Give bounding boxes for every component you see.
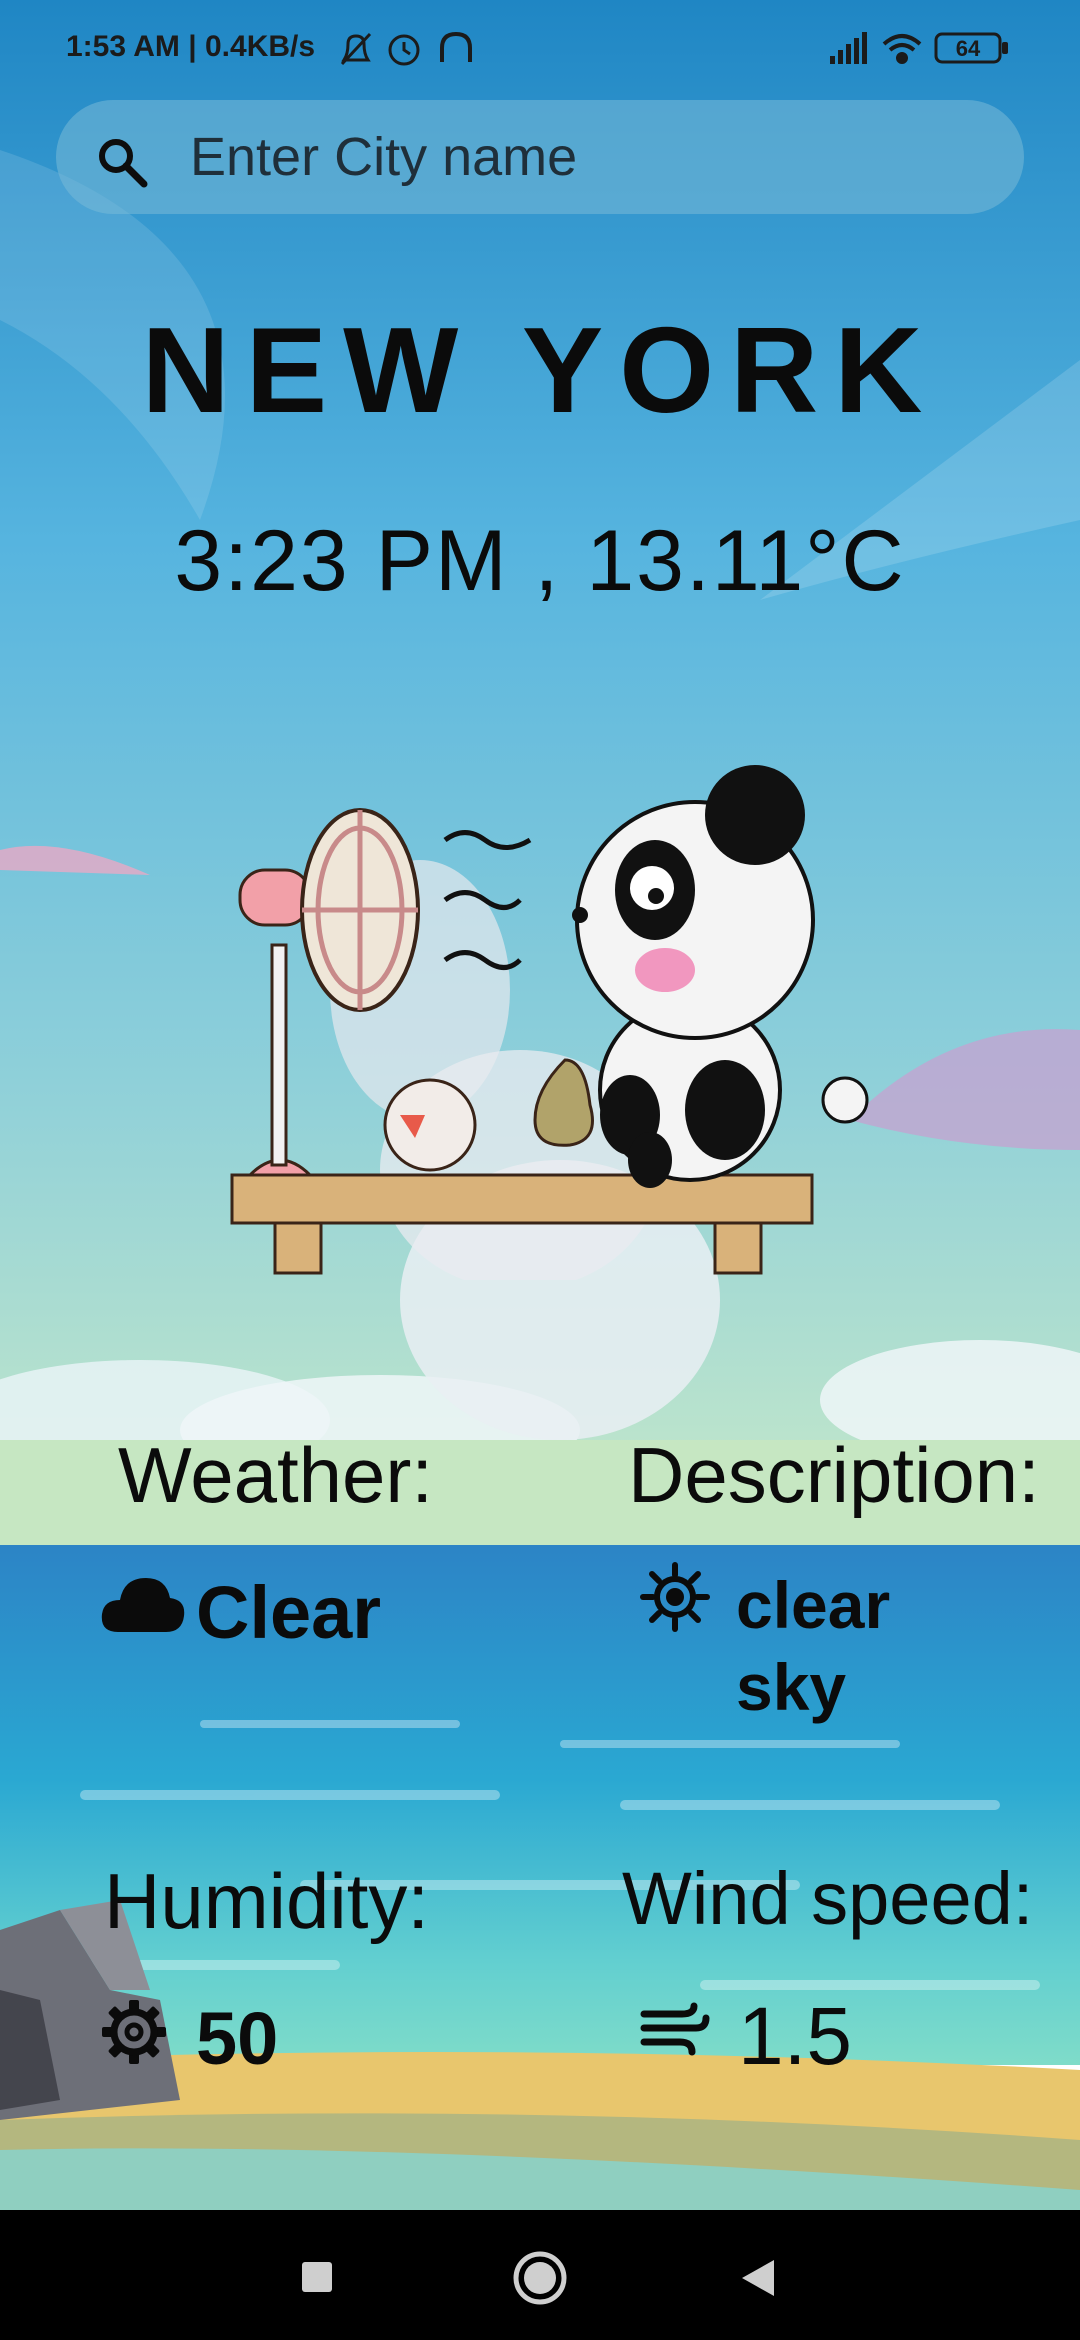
muted-bell-icon — [340, 32, 372, 66]
signal-icon — [830, 32, 867, 64]
city-name: NEW YORK — [141, 302, 939, 438]
cloud-icon — [101, 1578, 185, 1632]
description-line-1: clear — [736, 1568, 891, 1642]
description-line-2: sky — [736, 1650, 847, 1724]
home-button[interactable] — [512, 2250, 568, 2306]
panda-fan-illustration — [230, 765, 869, 1280]
battery-icon: 64 — [934, 32, 1008, 64]
system-icons: 64 — [830, 32, 1008, 64]
search-bar[interactable] — [56, 100, 1024, 214]
notification-icons — [340, 31, 472, 66]
humidity-label: Humidity: — [104, 1857, 430, 1945]
battery-level: 64 — [956, 36, 981, 61]
weather-value: Clear — [196, 1571, 382, 1654]
weather-label: Weather: — [118, 1431, 434, 1519]
headphones-icon — [440, 31, 472, 62]
search-icon[interactable] — [94, 134, 150, 190]
wind-speed-value: 1.5 — [738, 1991, 852, 2082]
status-bar: 1:53 AM | 0.4KB/s 64 — [0, 0, 1080, 78]
recent-apps-button[interactable] — [300, 2260, 334, 2294]
sun-icon — [640, 1562, 710, 1632]
search-input[interactable] — [188, 116, 992, 198]
description-label: Description: — [628, 1431, 1040, 1519]
back-button[interactable] — [740, 2258, 776, 2298]
navigation-bar — [0, 2210, 1080, 2340]
alarm-icon — [388, 34, 420, 66]
wifi-icon — [882, 34, 922, 64]
description-value: clear sky — [736, 1564, 890, 1728]
wind-icon — [640, 2002, 710, 2056]
gear-icon — [102, 2000, 166, 2064]
humidity-value: 50 — [196, 1997, 279, 2080]
time-temperature: 3:23 PM , 13.11°C — [174, 513, 906, 609]
wind-speed-label: Wind speed: — [622, 1857, 1034, 1940]
status-time-speed: 1:53 AM | 0.4KB/s — [66, 30, 316, 63]
